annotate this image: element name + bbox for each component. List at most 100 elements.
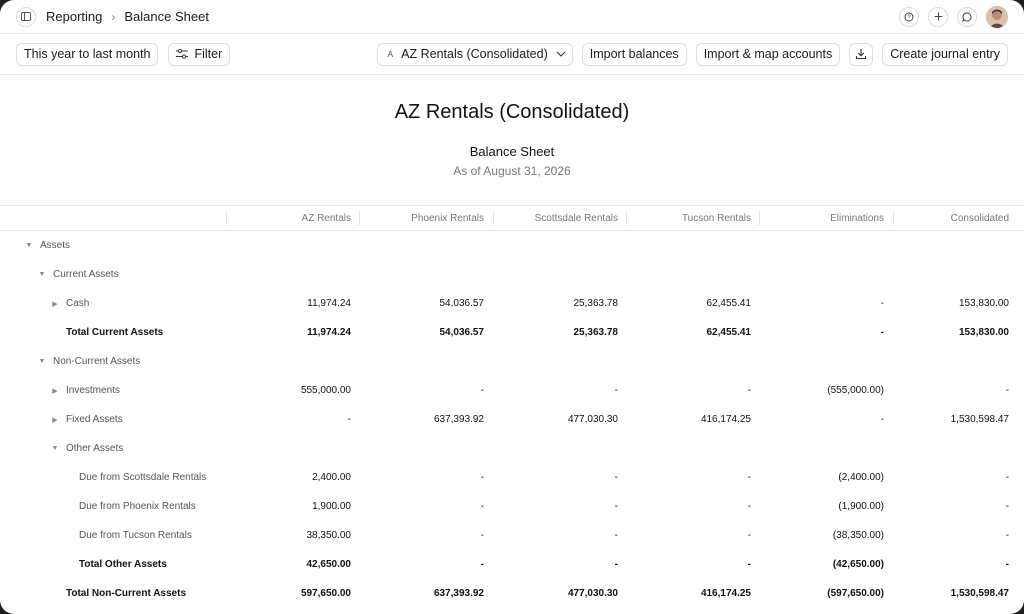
- entity-letter: A: [387, 49, 394, 59]
- value-cell: -: [747, 472, 751, 483]
- total-row: Total Other Assets 42,650.00 - - - (42,650.00…: [0, 550, 1024, 579]
- row-label: Non-Current Assets: [53, 356, 141, 367]
- row-label-cell: ▼ Other Assets: [50, 434, 124, 463]
- caret-right-icon[interactable]: ▶: [50, 416, 60, 424]
- value-cell: -: [1005, 501, 1009, 512]
- row-label-cell: ▼ Assets: [24, 231, 70, 260]
- report-title: AZ Rentals (Consolidated): [394, 101, 630, 123]
- report-header: AZ Rentals (Consolidated) Balance Sheet …: [0, 101, 1024, 178]
- report-toolbar: This year to last month Filter A AZ Rent…: [0, 34, 1024, 75]
- value-cell: 62,455.41: [706, 298, 752, 309]
- value-cell: 11,974.24: [307, 298, 351, 309]
- column-header: Eliminations: [759, 206, 892, 230]
- value-cell: (42,650.00): [832, 559, 884, 570]
- date-range-button[interactable]: This year to last month: [16, 42, 159, 66]
- column-header: Tucson Rentals: [626, 206, 759, 230]
- table-row[interactable]: ▶ Fixed Assets - 637,393.92 477,030.30 416,17…: [0, 405, 1024, 434]
- row-label: Due from Tucson Rentals: [79, 530, 192, 541]
- value-cell: -: [614, 501, 618, 512]
- caret-down-icon[interactable]: ▼: [37, 271, 47, 278]
- value-cell: -: [747, 559, 751, 570]
- row-label-cell: Total Current Assets: [66, 318, 163, 347]
- value-cell: -: [747, 530, 751, 541]
- download-button[interactable]: [849, 42, 874, 66]
- row-label: Due from Phoenix Rentals: [79, 501, 196, 512]
- value-cell: -: [880, 327, 884, 338]
- table-row[interactable]: ▶ Cash 11,974.24 54,036.57 25,363.78 62,455.4…: [0, 289, 1024, 318]
- row-label: Assets: [40, 240, 71, 251]
- table-row[interactable]: ▼ Assets: [0, 231, 1024, 260]
- row-label-cell: ▶ Fixed Assets: [50, 405, 123, 434]
- caret-down-icon[interactable]: ▼: [24, 242, 34, 249]
- value-cell: -: [614, 559, 618, 570]
- filter-button[interactable]: Filter: [168, 42, 231, 66]
- value-cell: -: [880, 414, 884, 425]
- value-cell: 54,036.57: [439, 298, 485, 309]
- row-label-cell: Total Other Assets: [79, 550, 167, 579]
- value-cell: -: [347, 414, 351, 425]
- caret-right-icon[interactable]: ▶: [50, 387, 60, 395]
- caret-down-icon[interactable]: ▼: [37, 358, 47, 365]
- row-label: Other Assets: [66, 443, 124, 454]
- value-cell: -: [480, 501, 484, 512]
- user-avatar[interactable]: [986, 5, 1008, 28]
- value-cell: -: [480, 472, 484, 483]
- balance-sheet-table: AZ Rentals Phoenix Rentals Scottsdale Rent…: [0, 205, 1024, 608]
- row-label-cell: Total Non-Current Assets: [66, 579, 186, 608]
- value-cell: 555,000.00: [300, 385, 351, 396]
- filter-label: Filter: [194, 47, 223, 61]
- value-cell: -: [1005, 385, 1009, 396]
- total-row: Total Current Assets 11,974.24 54,036.57 25…: [0, 318, 1024, 347]
- caret-right-icon[interactable]: ▶: [50, 300, 60, 308]
- add-icon[interactable]: [928, 6, 948, 27]
- table-row[interactable]: ▶ Investments 555,000.00 - - - (555,000.00) -: [0, 376, 1024, 405]
- value-cell: 416,174.25: [700, 414, 751, 425]
- sidebar-toggle-icon[interactable]: [16, 6, 36, 27]
- row-label: Current Assets: [53, 269, 119, 280]
- value-cell: 1,900.00: [312, 501, 351, 512]
- value-cell: 2,400.00: [312, 472, 351, 483]
- value-cell: 1,530,598.47: [950, 414, 1009, 425]
- row-label: Due from Scottsdale Rentals: [79, 472, 207, 483]
- table-row: Due from Scottsdale Rentals 2,400.00 - - - (2…: [0, 463, 1024, 492]
- value-cell: (2,400.00): [838, 472, 884, 483]
- import-balances-button[interactable]: Import balances: [581, 42, 687, 66]
- entity-select[interactable]: A AZ Rentals (Consolidated): [377, 42, 573, 66]
- value-cell: 477,030.30: [567, 588, 618, 599]
- import-map-accounts-button[interactable]: Import & map accounts: [695, 42, 841, 66]
- value-cell: 25,363.78: [573, 298, 619, 309]
- chat-icon[interactable]: [957, 6, 977, 27]
- column-header: AZ Rentals: [226, 206, 359, 230]
- table-row[interactable]: ▼ Other Assets: [0, 434, 1024, 463]
- value-cell: 25,363.78: [573, 327, 619, 338]
- value-cell: -: [480, 385, 484, 396]
- download-icon: [855, 48, 867, 60]
- total-row: Total Non-Current Assets 597,650.00 637,39…: [0, 579, 1024, 608]
- table-row[interactable]: ▼ Non-Current Assets: [0, 347, 1024, 376]
- value-cell: 11,974.24: [307, 327, 351, 338]
- row-label-cell: Due from Tucson Rentals: [79, 521, 192, 550]
- value-cell: 1,530,598.47: [950, 588, 1009, 599]
- value-cell: 637,393.92: [433, 588, 484, 599]
- value-cell: 477,030.30: [567, 414, 618, 425]
- value-cell: 54,036.57: [439, 327, 485, 338]
- row-label: Fixed Assets: [66, 414, 123, 425]
- table-row[interactable]: ▼ Current Assets: [0, 260, 1024, 289]
- report-subtitle: Balance Sheet: [469, 144, 555, 159]
- value-cell: 153,830.00: [958, 327, 1009, 338]
- value-cell: -: [614, 385, 618, 396]
- row-label-cell: ▼ Non-Current Assets: [37, 347, 141, 376]
- breadcrumb-reporting[interactable]: Reporting: [46, 9, 102, 24]
- value-cell: (555,000.00): [827, 385, 884, 396]
- table-header: AZ Rentals Phoenix Rentals Scottsdale Rent…: [0, 205, 1024, 231]
- create-journal-entry-button[interactable]: Create journal entry: [882, 42, 1008, 66]
- table-row: Due from Tucson Rentals 38,350.00 - - - (38,3…: [0, 521, 1024, 550]
- help-icon[interactable]: ?: [899, 6, 919, 27]
- value-cell: (597,650.00): [827, 588, 884, 599]
- value-cell: -: [1005, 472, 1009, 483]
- caret-down-icon[interactable]: ▼: [50, 445, 60, 452]
- row-label: Investments: [66, 385, 120, 396]
- value-cell: -: [747, 501, 751, 512]
- value-cell: 637,393.92: [433, 414, 484, 425]
- value-cell: 62,455.41: [706, 327, 752, 338]
